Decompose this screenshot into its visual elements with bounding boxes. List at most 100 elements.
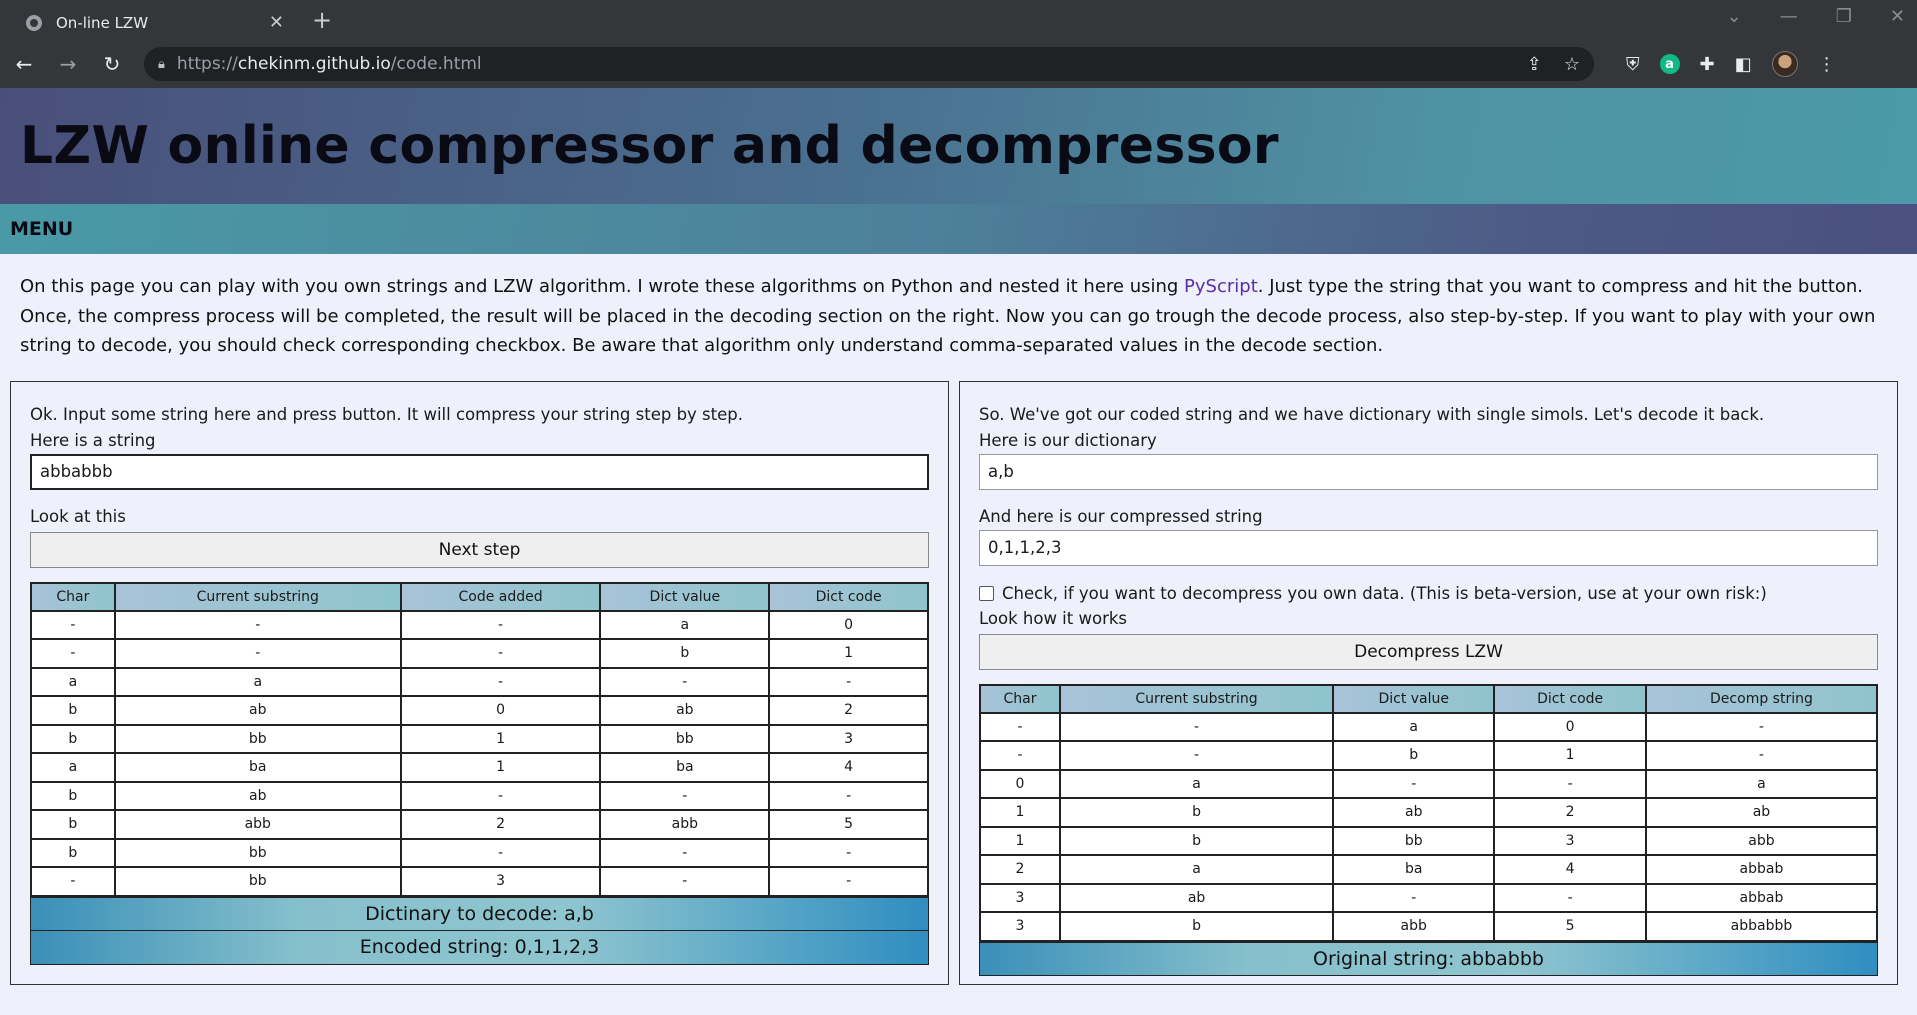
decompress-table-row: 3 b abb 5 abbabbb — [979, 911, 1879, 942]
compress-table-cell: b — [30, 695, 116, 726]
compress-table-row: b ab 0 ab 2 — [30, 695, 929, 726]
decompress-table-cell: abbab — [1644, 854, 1879, 885]
pyscript-link[interactable]: PyScript — [1184, 276, 1258, 297]
compress-table-cell: b — [30, 780, 116, 811]
compress-table-row: ---b1 — [30, 638, 929, 669]
string-input[interactable]: abbabbb — [30, 453, 929, 490]
decompress-table-row: 1 b ab 2 ab — [979, 797, 1879, 828]
decompress-table-cell: 0 — [1493, 711, 1647, 742]
decompress-table-cell: a — [1644, 768, 1879, 799]
avatar[interactable] — [1771, 51, 1798, 77]
compressed-input[interactable]: 0,1,1,2,3 — [979, 529, 1878, 566]
own-data-checkbox-row[interactable]: Check, if you want to decompress you own… — [979, 582, 1878, 606]
decompress-table-cell: a — [1058, 854, 1335, 885]
tab-title: On-line LZW — [56, 13, 149, 32]
decompress-table-cell: - — [979, 711, 1061, 742]
compress-table-cell: - — [399, 780, 602, 811]
lock-icon[interactable]: 🔒︎ — [158, 57, 165, 72]
page-header: LZW online compressor and decompressor — [0, 88, 1917, 204]
compress-table-cell: ba — [113, 752, 402, 783]
decompress-table-cell: ab — [1058, 882, 1335, 913]
globe-icon — [26, 14, 42, 31]
extension-a-icon[interactable]: a — [1659, 54, 1680, 74]
decompress-table-cell: 3 — [979, 882, 1061, 913]
compress-table-cell: - — [113, 638, 402, 669]
close-window-icon[interactable]: ✕ — [1890, 6, 1905, 27]
minimize-icon[interactable]: — — [1780, 6, 1798, 27]
compress-table-row: b bb - - - — [30, 837, 929, 868]
compress-table-cell: - — [768, 780, 929, 811]
side-panel-icon[interactable]: ◧ — [1735, 54, 1752, 75]
decompress-table-row: 2 a ba 4 abbab — [979, 854, 1879, 885]
compress-panel: Ok. Input some string here and press but… — [10, 380, 949, 985]
own-data-checkbox[interactable] — [979, 586, 994, 601]
compress-table-cell: - — [599, 866, 771, 897]
decompress-table-row: 3 ab - - abbab — [979, 882, 1879, 913]
compress-table-cell: bb — [113, 866, 402, 897]
compress-table-cell: - — [113, 609, 402, 640]
compress-table-row: ---a0 — [30, 609, 929, 640]
decompress-table-cell: ab — [1644, 797, 1879, 828]
browser-chrome: On-line LZW ✕ + ⌄ — ❐ ✕ ← → ↻ 🔒︎ https:/… — [0, 0, 1917, 88]
tab-search-icon[interactable]: ⌄ — [1727, 6, 1742, 27]
decompress-button[interactable]: Decompress LZW — [979, 633, 1878, 670]
string-label: Here is a string — [30, 430, 156, 450]
compress-table-cell: bb — [599, 723, 771, 754]
compress-table-cell: 3 — [399, 866, 602, 897]
close-tab-icon[interactable]: ✕ — [269, 12, 284, 33]
decompress-table-cell: - — [1058, 711, 1335, 742]
extension-icon[interactable]: ⛨ — [1626, 54, 1640, 75]
dictionary-input[interactable]: a,b — [979, 453, 1878, 490]
compress-column-header: Dict code — [768, 581, 929, 612]
restore-icon[interactable]: ❐ — [1836, 6, 1852, 27]
compress-table-cell: - — [399, 638, 602, 669]
decompress-table-cell: 2 — [979, 854, 1061, 885]
decompress-table-cell: - — [1644, 740, 1879, 771]
encoded-result: Encoded string: 0,1,1,2,3 — [30, 930, 929, 965]
menu-bar: MENU — [0, 204, 1917, 254]
decompress-table-cell: b — [1058, 797, 1335, 828]
puzzle-icon[interactable]: ✚ — [1700, 54, 1715, 75]
kebab-menu-icon[interactable]: ⋮ — [1818, 54, 1836, 75]
decompress-table-cell: b — [1058, 825, 1335, 856]
compress-table-cell: ab — [113, 695, 402, 726]
compress-table-cell: - — [599, 780, 771, 811]
share-icon[interactable]: ⇪ — [1527, 54, 1542, 75]
decompress-table-cell: - — [1332, 768, 1496, 799]
decompress-table-cell: 1 — [979, 797, 1061, 828]
decompress-table-cell: b — [1332, 740, 1496, 771]
compress-table-cell: b — [30, 837, 116, 868]
decompress-table-cell: - — [1644, 711, 1879, 742]
window-controls: ⌄ — ❐ ✕ — [1727, 6, 1905, 27]
decompress-table-cell: ab — [1332, 797, 1496, 828]
decompress-intro: So. We've got our coded string and we ha… — [979, 404, 1765, 424]
url-host: chekinm.github.io — [237, 54, 391, 74]
extensions-area: ⛨ a ✚ ◧ ⋮ — [1626, 51, 1836, 77]
compress-table-cell: 1 — [768, 638, 929, 669]
forward-icon[interactable]: → — [56, 52, 80, 76]
compress-table-cell: - — [599, 837, 771, 868]
menu-button[interactable]: MENU — [10, 218, 73, 240]
compress-column-header: Code added — [399, 581, 602, 612]
decompress-table-cell: - — [1058, 740, 1335, 771]
intro-paragraph: On this page you can play with you own s… — [0, 254, 1917, 361]
reload-icon[interactable]: ↻ — [100, 52, 124, 76]
compress-column-header: Current substring — [113, 581, 402, 612]
new-tab-icon[interactable]: + — [312, 6, 332, 34]
compress-table-cell: a — [599, 609, 771, 640]
browser-tab[interactable]: On-line LZW ✕ — [12, 6, 298, 39]
decompress-column-header: Current substring — [1058, 683, 1335, 714]
compress-table-cell: 5 — [768, 809, 929, 840]
compress-table-cell: - — [768, 837, 929, 868]
compress-intro: Ok. Input some string here and press but… — [30, 404, 743, 424]
compress-table-cell: 1 — [399, 752, 602, 783]
dictionary-result: Dictinary to decode: a,b — [30, 896, 929, 931]
compress-table-cell: 0 — [768, 609, 929, 640]
back-icon[interactable]: ← — [12, 52, 36, 76]
address-bar[interactable]: 🔒︎ https://chekinm.github.io/code.html ⇪… — [144, 47, 1594, 81]
bookmark-star-icon[interactable]: ☆ — [1564, 54, 1580, 75]
decompress-table-cell: 3 — [979, 911, 1061, 942]
dictionary-label: Here is our dictionary — [979, 430, 1157, 450]
decompress-table-cell: 5 — [1493, 911, 1647, 942]
next-step-button[interactable]: Next step — [30, 531, 929, 568]
